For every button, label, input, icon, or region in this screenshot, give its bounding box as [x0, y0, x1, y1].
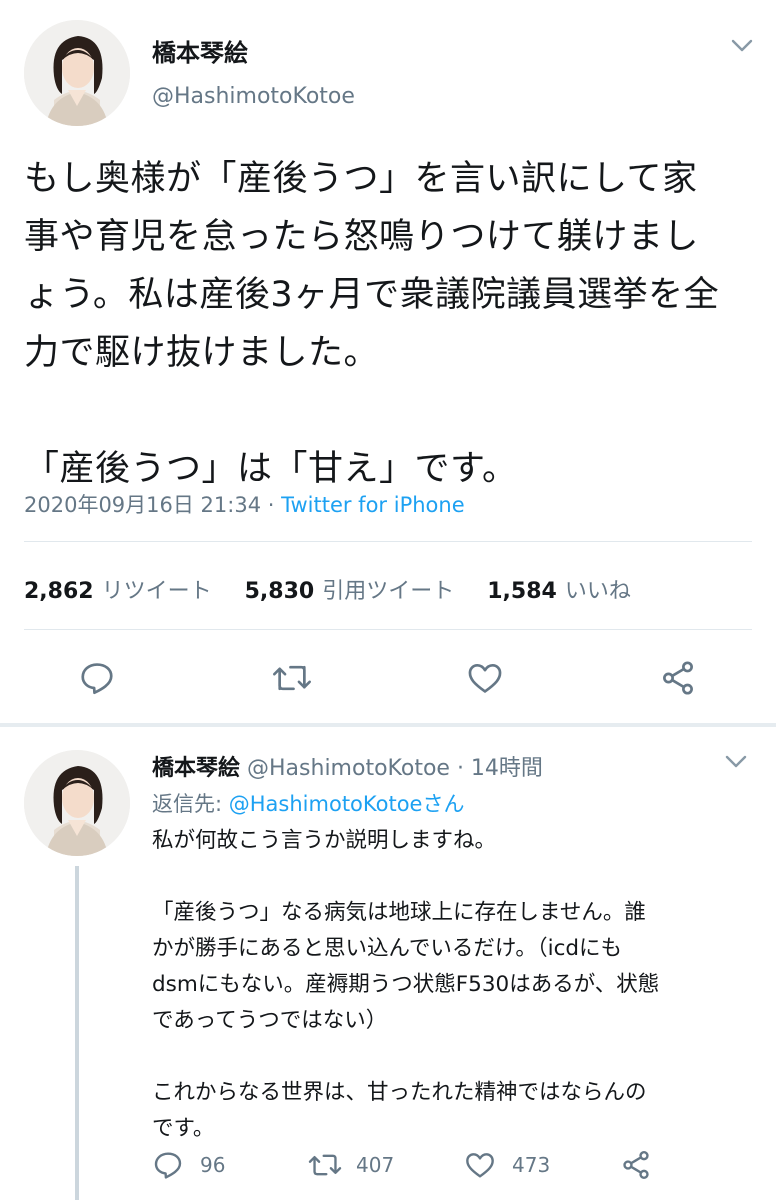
like-icon [466, 1153, 494, 1178]
display-name[interactable]: 橋本琴絵 [152, 756, 240, 781]
reply-icon[interactable] [78, 659, 116, 697]
quotes-count: 5,830 [244, 579, 315, 604]
retweets-stat[interactable]: 2,862 リツイート [24, 579, 212, 604]
reply-text-line: であってうつではない） [152, 1008, 388, 1033]
tweet-text-line: ょう。私は産後3ヶ月で衆議院議員選挙を全 [24, 275, 720, 315]
section-separator [0, 723, 776, 727]
reply-text-line: かが勝手にあると思い込んでいるだけ。（icdにも [152, 936, 623, 961]
tweet-meta: 2020年09月16日 21:34 · Twitter for iPhone [24, 489, 465, 519]
replying-to: 返信先: @HashimotoKotoeさん [152, 788, 464, 818]
retweet-icon [308, 1154, 342, 1176]
tweet-text-line: 力で駆け抜けました。 [24, 333, 380, 373]
reply-text-line: dsmにもない。産褥期うつ状態F530はあるが、状態 [152, 972, 660, 997]
likes-label: いいね [564, 579, 631, 604]
divider [24, 541, 752, 542]
avatar-photo [24, 20, 130, 126]
divider [24, 629, 752, 630]
reply-header: 橋本琴絵 @HashimotoKotoe · 14時間 [152, 750, 543, 782]
avatar-photo [24, 750, 130, 856]
reply-text: 私が何故こう言うか説明しますね。 「産後うつ」なる病気は地球上に存在しません。誰… [152, 823, 762, 1147]
retweets-label: リツイート [101, 579, 212, 604]
tweet-text: もし奥様が「産後うつ」を言い訳にして家 事や育児を怠ったら怒鳴りつけて躾けまし … [24, 150, 764, 498]
share-icon[interactable] [620, 1149, 652, 1185]
reply-icon [154, 1152, 182, 1179]
replying-to-prefix: 返信先: [152, 792, 229, 816]
reply-text-line [152, 1039, 762, 1075]
like-action[interactable]: 473 [464, 1149, 550, 1181]
replying-to-handle[interactable]: @HashimotoKotoeさん [229, 792, 465, 816]
chevron-down-icon[interactable] [730, 38, 754, 58]
tweet-text-line [24, 382, 764, 440]
retweets-count: 2,862 [24, 579, 94, 604]
reply-text-line: 私が何故こう言うか説明しますね。 [152, 828, 497, 853]
chevron-down-icon[interactable] [724, 754, 748, 774]
source-link[interactable]: Twitter for iPhone [281, 493, 465, 517]
avatar[interactable] [24, 750, 130, 856]
retweet-icon[interactable] [272, 659, 312, 697]
reply-count: 96 [200, 1153, 226, 1177]
retweet-action[interactable]: 407 [308, 1149, 394, 1181]
like-count: 473 [512, 1153, 551, 1177]
meta-separator: · [261, 493, 282, 517]
display-name[interactable]: 橋本琴絵 [152, 33, 248, 68]
quotes-stat[interactable]: 5,830 引用ツイート [245, 579, 455, 604]
tweet-stats: 2,862 リツイート 5,830 引用ツイート 1,584 いいね [24, 573, 631, 605]
share-icon[interactable] [659, 659, 697, 697]
thread-line [75, 866, 79, 1200]
reply-action[interactable]: 96 [152, 1149, 225, 1181]
tweet-text-line: 事や育児を怠ったら怒鳴りつけて躾けまし [24, 217, 699, 257]
reply-text-line [152, 859, 762, 895]
handle-time[interactable]: @HashimotoKotoe · 14時間 [247, 756, 543, 781]
like-icon[interactable] [466, 659, 504, 697]
likes-stat[interactable]: 1,584 いいね [487, 579, 631, 604]
user-handle[interactable]: @HashimotoKotoe [152, 84, 355, 109]
tweet-text-line: もし奥様が「産後うつ」を言い訳にして家 [24, 159, 698, 199]
timestamp[interactable]: 2020年09月16日 21:34 [24, 493, 261, 517]
reply-text-line: 「産後うつ」なる病気は地球上に存在しません。誰 [152, 900, 646, 925]
quotes-label: 引用ツイート [322, 579, 455, 604]
avatar[interactable] [24, 20, 130, 126]
reply-text-line: です。 [152, 1116, 215, 1141]
reply-text-line: これからなる世界は、甘ったれた精神ではならんの [152, 1080, 647, 1105]
likes-count: 1,584 [487, 579, 557, 604]
retweet-count: 407 [356, 1153, 395, 1177]
